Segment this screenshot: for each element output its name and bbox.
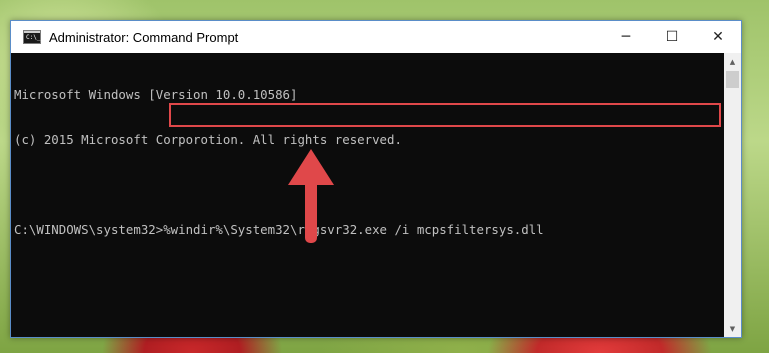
scroll-thumb[interactable] <box>726 71 739 88</box>
close-icon: ✕ <box>712 29 724 45</box>
console-line-command[interactable]: C:\WINDOWS\system32>%windir%\System32\re… <box>14 222 724 237</box>
console-line-copyright: (c) 2015 Microsoft Corporotion. All righ… <box>14 132 402 147</box>
command-highlight-box <box>169 103 721 127</box>
scroll-down-icon[interactable]: ▼ <box>724 320 741 337</box>
minimize-button[interactable]: ─ <box>603 21 649 53</box>
close-button[interactable]: ✕ <box>695 21 741 53</box>
title-bar[interactable]: C:\_ Administrator: Command Prompt ─ ☐ ✕ <box>11 21 741 53</box>
maximize-button[interactable]: ☐ <box>649 21 695 53</box>
arrow-up-icon <box>288 149 334 243</box>
scroll-up-icon[interactable]: ▲ <box>724 53 741 70</box>
minimize-icon: ─ <box>621 29 631 45</box>
command-prompt-window: C:\_ Administrator: Command Prompt ─ ☐ ✕… <box>10 20 742 338</box>
console-line-version: Microsoft Windows [Version 10.0.10586] <box>14 87 298 102</box>
vertical-scrollbar[interactable]: ▲ ▼ <box>724 53 741 337</box>
console-output[interactable]: Microsoft Windows [Version 10.0.10586] (… <box>11 53 724 337</box>
cmd-icon: C:\_ <box>23 30 41 44</box>
window-title: Administrator: Command Prompt <box>49 29 239 45</box>
window-controls: ─ ☐ ✕ <box>603 21 741 53</box>
maximize-icon: ☐ <box>665 29 679 45</box>
